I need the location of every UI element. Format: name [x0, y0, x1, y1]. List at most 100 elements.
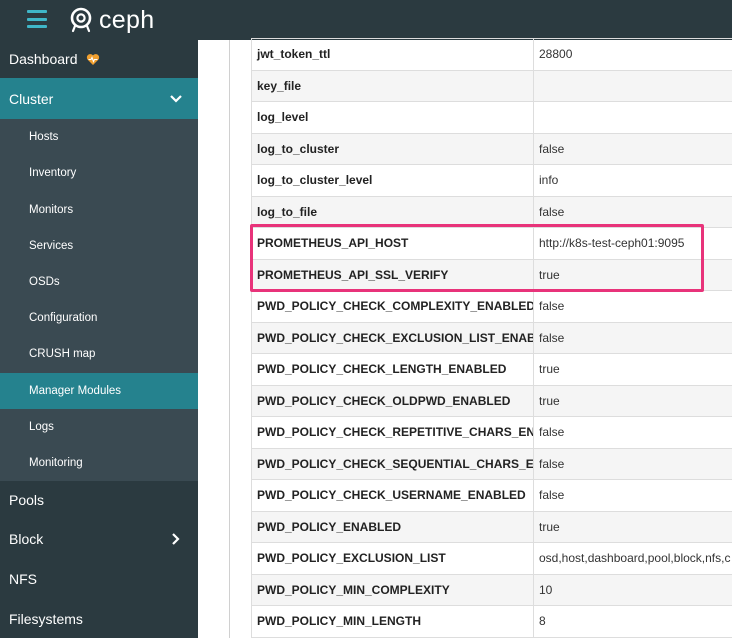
- sidebar-item-nfs[interactable]: NFS: [0, 559, 198, 599]
- sidebar-item-osds[interactable]: OSDs: [0, 264, 198, 300]
- sidebar-item-block[interactable]: Block: [0, 519, 198, 559]
- setting-value: true: [533, 353, 732, 386]
- sidebar-item-services[interactable]: Services: [0, 228, 198, 264]
- ceph-octopus-icon: [70, 7, 92, 33]
- setting-key: PWD_POLICY_CHECK_SEQUENTIAL_CHARS_EI: [251, 447, 534, 480]
- table-row: PWD_POLICY_EXCLUSION_LIST osd,host,dashbo…: [251, 542, 732, 575]
- setting-key: key_file: [251, 69, 534, 102]
- content-gutter: [198, 40, 230, 638]
- sidebar-item-label: Pools: [9, 492, 45, 508]
- setting-value: 28800: [533, 38, 732, 71]
- sidebar-item-label: Monitors: [29, 203, 74, 216]
- ceph-logo[interactable]: ceph: [68, 6, 154, 34]
- sidebar-item-label: Dashboard: [9, 51, 78, 67]
- setting-key: PWD_POLICY_CHECK_OLDPWD_ENABLED: [251, 384, 534, 417]
- table-row: log_to_file false: [251, 195, 732, 228]
- sidebar-item-filesystems[interactable]: Filesystems: [0, 599, 198, 638]
- sidebar-item-inventory[interactable]: Inventory: [0, 155, 198, 191]
- sidebar-item-label: Services: [29, 240, 74, 252]
- setting-value: false: [533, 321, 732, 354]
- setting-key: log_level: [251, 101, 534, 134]
- table-row: jwt_token_ttl 28800: [251, 38, 732, 71]
- sidebar-item-label: Filesystems: [9, 610, 83, 627]
- setting-key: PWD_POLICY_ENABLED: [251, 510, 534, 543]
- table-row: PROMETHEUS_API_SSL_VERIFY true: [251, 258, 732, 291]
- sidebar-item-hosts[interactable]: Hosts: [0, 119, 198, 155]
- setting-key: PWD_POLICY_CHECK_COMPLEXITY_ENABLED: [251, 290, 534, 323]
- setting-key: log_to_file: [251, 195, 534, 228]
- setting-key: PWD_POLICY_CHECK_USERNAME_ENABLED: [251, 479, 534, 512]
- table-row: PWD_POLICY_CHECK_SEQUENTIAL_CHARS_EI fals…: [251, 447, 732, 480]
- table-row: key_file: [251, 69, 732, 102]
- setting-value: [533, 101, 732, 134]
- sidebar-item-logs[interactable]: Logs: [0, 409, 198, 445]
- setting-key: log_to_cluster: [251, 132, 534, 165]
- setting-value: false: [533, 479, 732, 512]
- sidebar-item-pools[interactable]: Pools: [0, 481, 198, 519]
- setting-value: osd,host,dashboard,pool,block,nfs,c: [533, 542, 732, 575]
- sidebar-item-label: Configuration: [29, 312, 98, 324]
- setting-key: PWD_POLICY_EXCLUSION_LIST: [251, 542, 534, 575]
- setting-value: [533, 69, 732, 102]
- sidebar-item-crush-map[interactable]: CRUSH map: [0, 336, 198, 372]
- hamburger-menu-icon[interactable]: [27, 10, 47, 28]
- setting-key: PROMETHEUS_API_SSL_VERIFY: [251, 258, 534, 291]
- table-row: PWD_POLICY_CHECK_LENGTH_ENABLED true: [251, 353, 732, 386]
- sidebar: Dashboard Cluster Hosts Inventory Monito…: [0, 40, 198, 638]
- sidebar-item-label: Hosts: [29, 131, 59, 143]
- setting-value: info: [533, 164, 732, 197]
- sidebar-item-monitoring[interactable]: Monitoring: [0, 445, 198, 481]
- table-row: log_to_cluster false: [251, 132, 732, 165]
- table-row: PWD_POLICY_MIN_COMPLEXITY 10: [251, 573, 732, 606]
- setting-key: PWD_POLICY_CHECK_LENGTH_ENABLED: [251, 353, 534, 386]
- sidebar-item-label: OSDs: [29, 276, 60, 288]
- sidebar-item-label: NFS: [9, 571, 37, 587]
- brand-name: ceph: [99, 5, 155, 34]
- divider: [229, 40, 230, 638]
- setting-key: jwt_token_ttl: [251, 38, 534, 71]
- table-row: log_level: [251, 101, 732, 134]
- setting-value: false: [533, 132, 732, 165]
- setting-key: PWD_POLICY_CHECK_REPETITIVE_CHARS_EN: [251, 416, 534, 449]
- chevron-right-icon: [172, 533, 180, 545]
- setting-value: false: [533, 290, 732, 323]
- sidebar-item-label: Logs: [29, 421, 54, 433]
- sidebar-item-label: Inventory: [29, 167, 77, 179]
- setting-value: true: [533, 258, 732, 291]
- setting-value: true: [533, 384, 732, 417]
- setting-key: PWD_POLICY_MIN_LENGTH: [251, 605, 534, 638]
- heartbeat-icon: [86, 53, 99, 65]
- table-row: PWD_POLICY_CHECK_EXCLUSION_LIST_ENAB fals…: [251, 321, 732, 354]
- sidebar-item-label: Cluster: [9, 90, 54, 107]
- setting-key: PWD_POLICY_CHECK_EXCLUSION_LIST_ENAB: [251, 321, 534, 354]
- table-row: PWD_POLICY_CHECK_OLDPWD_ENABLED true: [251, 384, 732, 417]
- table-row: PWD_POLICY_CHECK_COMPLEXITY_ENABLED false: [251, 290, 732, 323]
- sidebar-item-configuration[interactable]: Configuration: [0, 300, 198, 336]
- sidebar-item-dashboard[interactable]: Dashboard: [0, 40, 198, 78]
- setting-key: PWD_POLICY_MIN_COMPLEXITY: [251, 573, 534, 606]
- setting-value: false: [533, 416, 732, 449]
- table-row: PWD_POLICY_CHECK_REPETITIVE_CHARS_EN fals…: [251, 416, 732, 449]
- setting-value: 8: [533, 605, 732, 638]
- setting-value: true: [533, 510, 732, 543]
- top-navbar: ceph: [0, 0, 732, 40]
- setting-value: false: [533, 195, 732, 228]
- sidebar-item-label: Block: [9, 531, 44, 547]
- setting-value: false: [533, 447, 732, 480]
- setting-value: 10: [533, 573, 732, 606]
- module-settings-table: jwt_token_ttl 28800 key_file log_level lo…: [251, 38, 732, 638]
- sidebar-item-monitors[interactable]: Monitors: [0, 191, 198, 228]
- table-row: log_to_cluster_level info: [251, 164, 732, 197]
- sidebar-item-label: CRUSH map: [29, 348, 96, 360]
- sidebar-item-cluster[interactable]: Cluster: [0, 78, 198, 119]
- table-row: PWD_POLICY_ENABLED true: [251, 510, 732, 543]
- table-row: PWD_POLICY_CHECK_USERNAME_ENABLED false: [251, 479, 732, 512]
- table-row: PWD_POLICY_MIN_LENGTH 8: [251, 605, 732, 638]
- setting-key: PROMETHEUS_API_HOST: [251, 227, 534, 260]
- table-row: PROMETHEUS_API_HOST http://k8s-test-ceph0…: [251, 227, 732, 260]
- setting-value: http://k8s-test-ceph01:9095: [533, 227, 732, 260]
- sidebar-item-manager-modules[interactable]: Manager Modules: [0, 373, 198, 409]
- chevron-down-icon: [170, 94, 182, 103]
- sidebar-item-label: Monitoring: [29, 457, 83, 469]
- setting-key: log_to_cluster_level: [251, 164, 534, 197]
